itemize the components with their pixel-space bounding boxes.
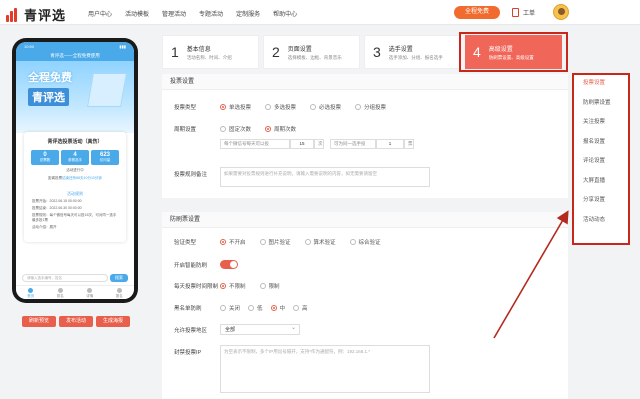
annotation-arrow: [493, 210, 569, 339]
arrow-line: [493, 210, 569, 339]
